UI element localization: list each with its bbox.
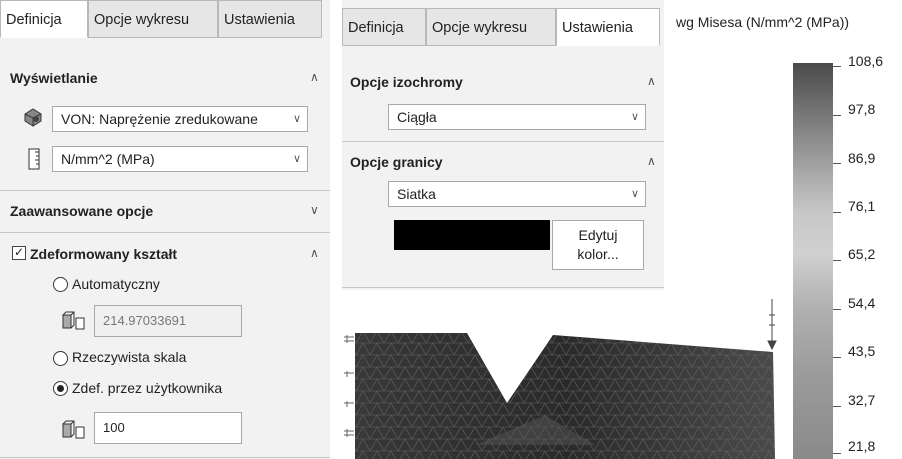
radio-automatic[interactable]	[53, 277, 68, 292]
chevron-up-icon[interactable]: ∧	[647, 74, 656, 88]
legend-color-bar	[793, 63, 833, 459]
left-property-panel: Definicja Opcje wykresu Ustawienia Wyświ…	[0, 0, 330, 459]
load-arrow-icon	[767, 299, 777, 351]
tab-settings[interactable]: Ustawienia	[218, 0, 322, 38]
stress-component-value: VON: Naprężenie zredukowane	[61, 111, 258, 127]
unit-select[interactable]: N/mm^2 (MPa) ∨	[52, 146, 308, 172]
legend-title: wg Misesa (N/mm^2 (MPa))	[676, 14, 850, 30]
radio-user-defined[interactable]	[53, 381, 68, 396]
tab-definition[interactable]: Definicja	[342, 8, 426, 46]
right-tab-bar: Definicja Opcje wykresu Ustawienia	[342, 8, 660, 48]
legend-tick-label: 76,1	[848, 198, 876, 214]
legend-tick-mark	[833, 163, 841, 164]
legend-tick-mark	[833, 453, 841, 454]
tab-definition[interactable]: Definicja	[0, 0, 88, 38]
legend-tick-mark	[833, 115, 841, 116]
legend-tick-label: 54,4	[848, 295, 876, 311]
legend-tick-label: 21,8	[848, 438, 876, 454]
divider	[342, 141, 664, 142]
divider	[0, 232, 330, 233]
legend-tick-label: 32,7	[848, 392, 876, 408]
boundary-value: Siatka	[397, 186, 436, 202]
boundary-select[interactable]: Siatka ∨	[388, 181, 646, 207]
legend-tick-label: 108,6	[848, 53, 884, 69]
chevron-up-icon[interactable]: ∧	[647, 154, 656, 168]
radio-automatic-label[interactable]: Automatyczny	[72, 276, 160, 292]
display-section-title[interactable]: Wyświetlanie	[10, 70, 98, 86]
radio-true-scale-label[interactable]: Rzeczywista skala	[72, 349, 186, 365]
user-scale-input[interactable]: 100	[94, 412, 242, 444]
boundary-section-title[interactable]: Opcje granicy	[350, 154, 443, 170]
chevron-down-icon: ∨	[292, 113, 301, 125]
legend-tick-label: 65,2	[848, 246, 876, 262]
isochrome-select[interactable]: Ciągła ∨	[388, 104, 646, 130]
chevron-up-icon[interactable]: ∧	[310, 246, 319, 260]
legend-tick-mark	[833, 212, 841, 213]
deformed-mesh-view[interactable]	[335, 295, 790, 459]
legend-tick-mark	[833, 406, 841, 407]
divider	[0, 190, 330, 191]
right-property-panel: Definicja Opcje wykresu Ustawienia Opcje…	[342, 0, 664, 290]
fixture-icon	[344, 335, 354, 437]
ruler-icon	[26, 148, 42, 173]
legend-tick-mark	[833, 309, 841, 310]
legend-tick-label: 97,8	[848, 101, 876, 117]
radio-true-scale[interactable]	[53, 351, 68, 366]
unit-value: N/mm^2 (MPa)	[61, 151, 155, 167]
divider	[342, 287, 664, 288]
auto-scale-input: 214.97033691	[94, 305, 242, 337]
scale-factor-icon	[62, 420, 86, 443]
scale-factor-icon	[62, 311, 86, 334]
chevron-up-icon[interactable]: ∧	[310, 70, 319, 84]
radio-user-defined-label[interactable]: Zdef. przez użytkownika	[72, 380, 222, 396]
checkmark-icon: ✓	[14, 245, 25, 259]
isochrome-value: Ciągła	[397, 109, 437, 125]
advanced-section-title[interactable]: Zaawansowane opcje	[10, 203, 153, 219]
left-tab-bar: Definicja Opcje wykresu Ustawienia	[0, 0, 322, 40]
tab-plot-options[interactable]: Opcje wykresu	[426, 8, 556, 46]
chevron-down-icon: ∨	[292, 153, 301, 165]
legend-tick-mark	[833, 357, 841, 358]
legend-tick-label: 86,9	[848, 150, 876, 166]
chevron-down-icon[interactable]: ∨	[310, 203, 319, 217]
boundary-color-swatch[interactable]	[394, 220, 550, 250]
legend-tick-label: 43,5	[848, 343, 876, 359]
chevron-down-icon: ∨	[630, 111, 639, 123]
tab-plot-options[interactable]: Opcje wykresu	[88, 0, 218, 38]
tab-settings[interactable]: Ustawienia	[556, 8, 660, 46]
chevron-down-icon: ∨	[630, 188, 639, 200]
isochrome-section-title[interactable]: Opcje izochromy	[350, 74, 463, 90]
stress-component-select[interactable]: VON: Naprężenie zredukowane ∨	[52, 106, 308, 132]
legend-tick-mark	[833, 260, 841, 261]
edit-color-button[interactable]: Edytuj kolor...	[552, 220, 644, 270]
divider	[0, 457, 330, 458]
stress-type-icon	[22, 106, 44, 131]
legend-tick-mark	[833, 66, 841, 67]
deformed-section-title[interactable]: Zdeformowany kształt	[30, 246, 177, 262]
